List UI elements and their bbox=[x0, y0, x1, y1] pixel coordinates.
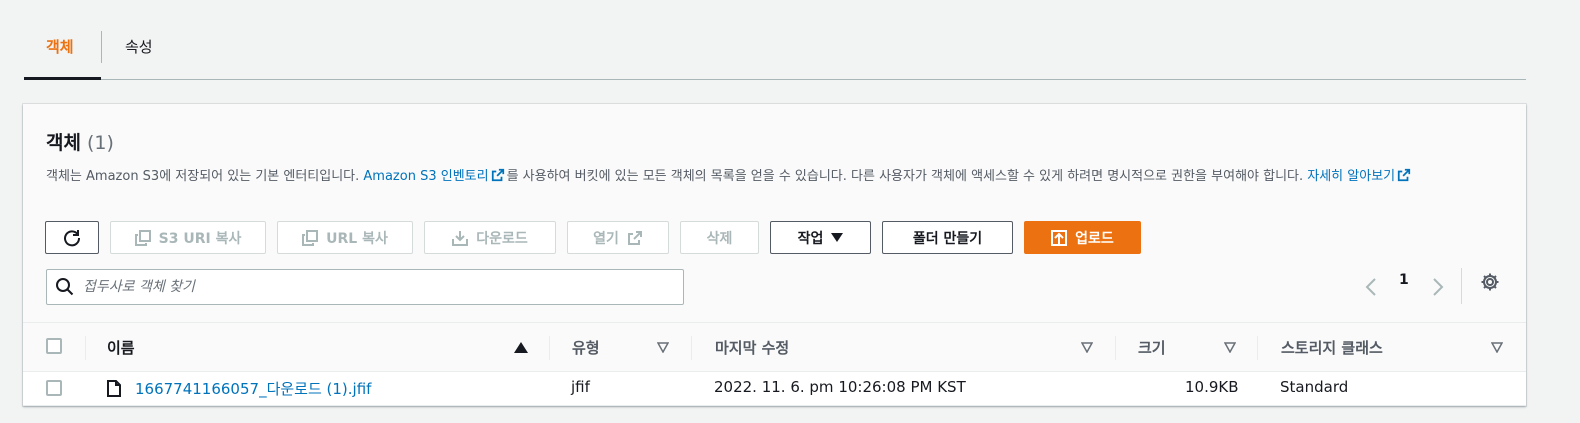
create-folder-label: 폴더 만들기 bbox=[912, 230, 983, 247]
next-page-icon[interactable] bbox=[1428, 270, 1446, 304]
objects-panel: 객체 (1) 객체는 Amazon S3에 저장되어 있는 기본 엔터티입니다. … bbox=[23, 104, 1526, 406]
search-icon bbox=[56, 278, 74, 296]
panel-title-text: 객체 bbox=[46, 132, 81, 154]
table-header: 이름 유형 마지막 수정 크기 스토리지 클래스 bbox=[23, 322, 1526, 372]
gear-icon[interactable] bbox=[1480, 272, 1500, 292]
open-label: 열기 bbox=[593, 230, 619, 247]
table-row: 1667741166057_다운로드 (1).jfif jfif 2022. 1… bbox=[23, 372, 1526, 406]
object-storage-class: Standard bbox=[1280, 378, 1349, 396]
delete-label: 삭제 bbox=[706, 230, 733, 247]
upload-button[interactable]: 업로드 bbox=[1024, 221, 1141, 254]
sort-descending-icon[interactable] bbox=[1224, 342, 1236, 353]
external-link-icon bbox=[627, 230, 642, 245]
search-box bbox=[46, 269, 684, 305]
create-folder-button[interactable]: 폴더 만들기 bbox=[882, 221, 1013, 254]
upload-label: 업로드 bbox=[1075, 230, 1114, 247]
copy-icon bbox=[302, 229, 319, 246]
copy-url-label: URL 복사 bbox=[326, 230, 388, 247]
object-size: 10.9KB bbox=[1185, 378, 1239, 396]
upload-icon bbox=[1051, 229, 1068, 246]
column-header-name[interactable]: 이름 bbox=[107, 337, 135, 358]
row-checkbox[interactable] bbox=[46, 380, 62, 396]
actions-dropdown[interactable]: 작업 bbox=[770, 221, 871, 254]
external-link-icon bbox=[1398, 168, 1411, 182]
panel-description: 객체는 Amazon S3에 저장되어 있는 기본 엔터티입니다. Amazon… bbox=[46, 166, 1491, 188]
search-input[interactable] bbox=[83, 279, 663, 295]
inventory-link[interactable]: Amazon S3 인벤토리 bbox=[363, 169, 488, 184]
column-header-type[interactable]: 유형 bbox=[572, 337, 600, 358]
file-icon bbox=[107, 380, 121, 397]
column-divider bbox=[549, 336, 550, 360]
tab-objects[interactable]: 객체 bbox=[46, 36, 74, 57]
learn-more-link[interactable]: 자세히 알아보기 bbox=[1307, 169, 1395, 184]
description-text-2: 를 사용하여 버킷에 있는 모든 객체의 목록을 얻을 수 있습니다. 다른 사… bbox=[506, 169, 1308, 184]
sort-descending-icon[interactable] bbox=[657, 342, 669, 353]
copy-icon bbox=[134, 229, 151, 246]
object-type: jfif bbox=[571, 378, 590, 396]
open-button[interactable]: 열기 bbox=[567, 221, 669, 254]
column-header-storage-class[interactable]: 스토리지 클래스 bbox=[1281, 337, 1383, 358]
refresh-button[interactable] bbox=[45, 221, 99, 254]
object-last-modified: 2022. 11. 6. pm 10:26:08 PM KST bbox=[714, 378, 966, 396]
actions-label: 작업 bbox=[797, 230, 824, 247]
column-header-size[interactable]: 크기 bbox=[1138, 337, 1166, 358]
tab-bar: 객체 속성 bbox=[24, 0, 1526, 80]
download-button[interactable]: 다운로드 bbox=[424, 221, 556, 254]
refresh-icon bbox=[64, 229, 81, 246]
external-link-icon bbox=[491, 168, 504, 182]
description-text-1: 객체는 Amazon S3에 저장되어 있는 기본 엔터티입니다. bbox=[46, 169, 364, 184]
column-divider bbox=[1257, 336, 1258, 360]
select-all-checkbox[interactable] bbox=[46, 338, 62, 354]
object-count: (1) bbox=[86, 132, 114, 154]
sort-descending-icon[interactable] bbox=[1491, 342, 1503, 353]
column-divider bbox=[691, 336, 692, 360]
column-divider bbox=[85, 336, 86, 360]
tab-divider bbox=[101, 31, 102, 63]
panel-title: 객체 (1) bbox=[46, 128, 114, 155]
copy-s3-uri-label: S3 URI 복사 bbox=[158, 230, 242, 247]
sort-descending-icon[interactable] bbox=[1081, 342, 1093, 353]
copy-url-button[interactable]: URL 복사 bbox=[277, 221, 413, 254]
copy-s3-uri-button[interactable]: S3 URI 복사 bbox=[110, 221, 266, 254]
tab-properties[interactable]: 속성 bbox=[125, 36, 153, 57]
current-page[interactable]: 1 bbox=[1399, 272, 1409, 288]
download-label: 다운로드 bbox=[476, 230, 528, 247]
download-icon bbox=[452, 230, 469, 246]
active-tab-indicator bbox=[24, 77, 101, 80]
sort-ascending-icon[interactable] bbox=[514, 342, 528, 354]
pagination-divider bbox=[1461, 268, 1462, 304]
column-header-last-modified[interactable]: 마지막 수정 bbox=[715, 337, 789, 358]
caret-down-icon bbox=[831, 232, 844, 242]
object-name-link[interactable]: 1667741166057_다운로드 (1).jfif bbox=[135, 378, 371, 399]
column-divider bbox=[1115, 336, 1116, 360]
prev-page-icon[interactable] bbox=[1363, 270, 1381, 304]
delete-button[interactable]: 삭제 bbox=[680, 221, 759, 254]
